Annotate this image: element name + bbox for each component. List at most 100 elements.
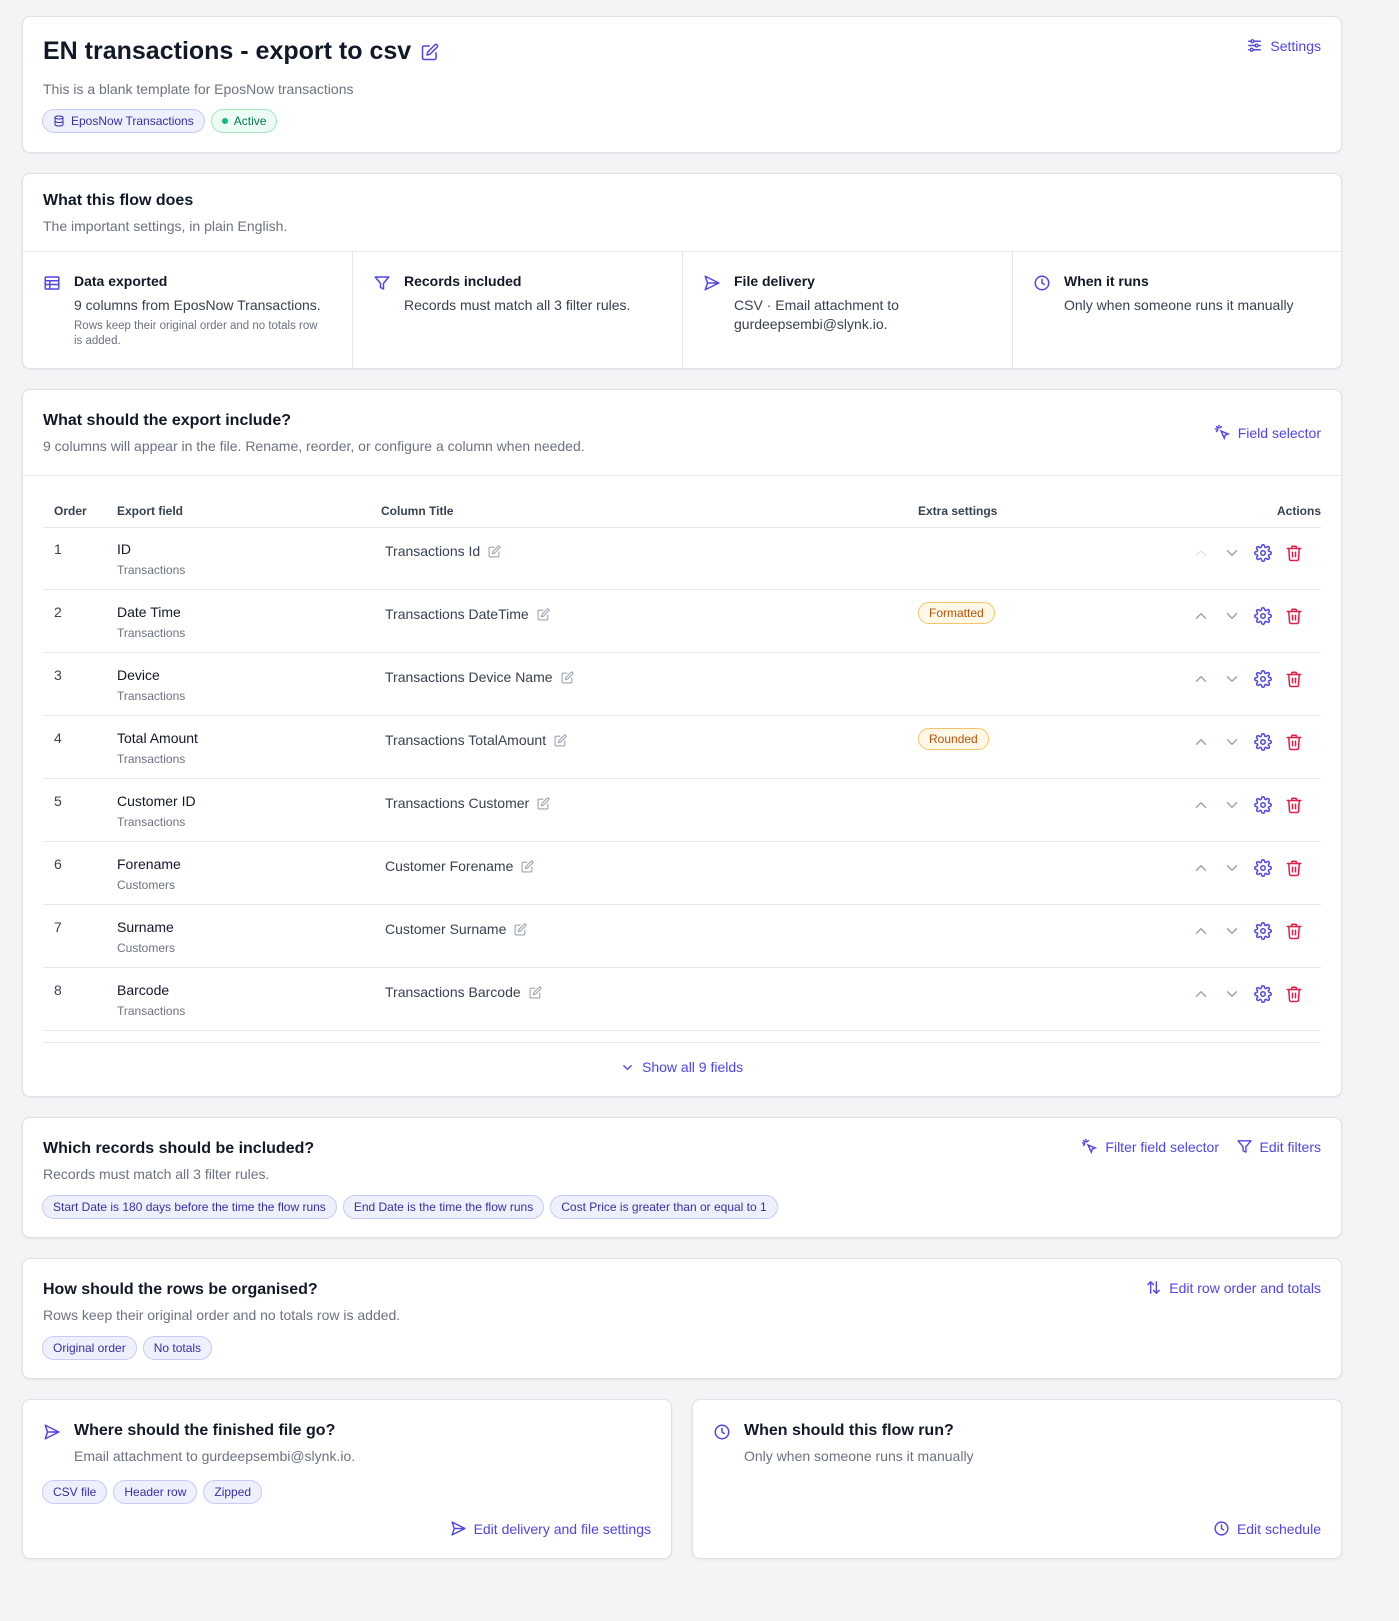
column-title[interactable]: Transactions Id	[385, 543, 501, 559]
row-order: 7	[54, 919, 62, 935]
column-title[interactable]: Transactions Barcode	[385, 984, 542, 1000]
column-title-text: Customer Forename	[385, 858, 514, 874]
export-field-name: Total Amount	[117, 730, 198, 746]
configure-column-icon[interactable]	[1254, 544, 1272, 562]
configure-column-icon[interactable]	[1254, 859, 1272, 877]
summary-item-title: When it runs	[1064, 273, 1149, 289]
edit-column-title-icon[interactable]	[554, 733, 567, 747]
edit-column-title-icon[interactable]	[514, 922, 527, 936]
delete-column-icon[interactable]	[1285, 985, 1303, 1003]
edit-title-icon[interactable]	[421, 43, 439, 61]
move-down-icon[interactable]	[1223, 796, 1241, 814]
move-down-icon[interactable]	[1223, 733, 1241, 751]
configure-column-icon[interactable]	[1254, 922, 1272, 940]
database-icon	[54, 115, 64, 127]
column-title[interactable]: Customer Surname	[385, 921, 527, 937]
column-title[interactable]: Transactions Device Name	[385, 669, 574, 685]
move-up-icon[interactable]	[1192, 733, 1210, 751]
zipped-tag: Zipped	[203, 1480, 263, 1504]
export-field-name: Date Time	[117, 604, 181, 620]
edit-schedule-label: Edit schedule	[1236, 1520, 1321, 1537]
row-order: 6	[54, 856, 62, 872]
column-title[interactable]: Transactions DateTime	[385, 606, 550, 622]
edit-column-title-icon[interactable]	[488, 544, 501, 558]
move-down-icon[interactable]	[1223, 670, 1241, 688]
show-all-fields-button[interactable]: Show all 9 fields	[620, 1059, 743, 1075]
column-title-text: Transactions Barcode	[385, 984, 521, 1000]
table-icon	[44, 276, 60, 290]
edit-column-title-icon[interactable]	[537, 796, 550, 810]
configure-column-icon[interactable]	[1254, 796, 1272, 814]
delete-column-icon[interactable]	[1285, 544, 1303, 562]
delete-column-icon[interactable]	[1285, 922, 1303, 940]
column-title[interactable]: Customer Forename	[385, 858, 534, 874]
column-title-text: Transactions Device Name	[385, 669, 553, 685]
row-actions	[1192, 985, 1303, 1003]
move-up-icon[interactable]	[1192, 670, 1210, 688]
row-order: 3	[54, 667, 62, 683]
move-down-icon[interactable]	[1223, 607, 1241, 625]
export-field-source: Customers	[117, 878, 176, 892]
configure-column-icon[interactable]	[1254, 607, 1272, 625]
extra-setting-badge: Rounded	[918, 728, 989, 750]
table-bottom-divider	[43, 1042, 1321, 1043]
configure-column-icon[interactable]	[1254, 670, 1272, 688]
column-title-text: Transactions TotalAmount	[385, 732, 547, 748]
edit-schedule-button[interactable]: Edit schedule	[1213, 1520, 1321, 1537]
summary-item-file-delivery: File delivery CSV · Email attachment to …	[683, 252, 1013, 370]
field-selector-button[interactable]: Field selector	[1214, 424, 1321, 441]
filter-rule-chip[interactable]: End Date is the time the flow runs	[342, 1195, 545, 1219]
edit-column-title-icon[interactable]	[521, 859, 534, 873]
delete-column-icon[interactable]	[1285, 796, 1303, 814]
row-order-title: How should the rows be organised?	[43, 1281, 318, 1298]
filter-rule-chip[interactable]: Cost Price is greater than or equal to 1	[550, 1195, 778, 1219]
summary-card: What this flow does The important settin…	[22, 173, 1342, 370]
settings-button[interactable]: Settings	[1246, 37, 1321, 54]
export-subtitle: 9 columns will appear in the file. Renam…	[43, 438, 585, 454]
move-up-icon[interactable]	[1192, 544, 1210, 562]
column-title[interactable]: Transactions TotalAmount	[385, 732, 567, 748]
move-up-icon[interactable]	[1192, 985, 1210, 1003]
summary-item-title: File delivery	[734, 273, 815, 289]
table-row: 4 Total Amount Transactions Transactions To…	[43, 716, 1321, 779]
move-up-icon[interactable]	[1192, 607, 1210, 625]
move-up-icon[interactable]	[1192, 922, 1210, 940]
extra-setting-badge: Formatted	[918, 602, 995, 624]
row-order-tags: Original order No totals	[42, 1336, 213, 1360]
move-up-icon[interactable]	[1192, 859, 1210, 877]
column-title-text: Transactions Id	[385, 543, 481, 559]
move-down-icon[interactable]	[1223, 985, 1241, 1003]
edit-row-order-button[interactable]: Edit row order and totals	[1145, 1279, 1321, 1296]
column-header-order: Order	[54, 504, 87, 518]
configure-column-icon[interactable]	[1254, 985, 1272, 1003]
configure-column-icon[interactable]	[1254, 733, 1272, 751]
delete-column-icon[interactable]	[1285, 859, 1303, 877]
move-down-icon[interactable]	[1223, 859, 1241, 877]
edit-delivery-button[interactable]: Edit delivery and file settings	[450, 1520, 651, 1537]
move-down-icon[interactable]	[1223, 544, 1241, 562]
export-field-source: Customers	[117, 941, 176, 955]
delete-column-icon[interactable]	[1285, 607, 1303, 625]
source-badge: EposNow Transactions	[42, 109, 205, 133]
schedule-title: When should this flow run?	[744, 1422, 954, 1439]
edit-filters-button[interactable]: Edit filters	[1236, 1138, 1321, 1155]
delete-column-icon[interactable]	[1285, 733, 1303, 751]
filter-field-selector-button[interactable]: Filter field selector	[1081, 1138, 1219, 1155]
row-actions	[1192, 922, 1303, 940]
edit-column-title-icon[interactable]	[529, 985, 542, 999]
filter-field-selector-label: Filter field selector	[1105, 1138, 1219, 1155]
row-order: 2	[54, 604, 62, 620]
totals-tag: No totals	[142, 1336, 213, 1360]
edit-column-title-icon[interactable]	[561, 670, 574, 684]
move-up-icon[interactable]	[1192, 796, 1210, 814]
summary-item-title: Data exported	[74, 273, 168, 289]
move-down-icon[interactable]	[1223, 922, 1241, 940]
summary-item-desc: CSV · Email attachment to gurdeepsembi@s…	[734, 297, 899, 332]
edit-column-title-icon[interactable]	[537, 607, 550, 621]
export-field-source: Transactions	[117, 752, 186, 766]
filter-rule-chip[interactable]: Start Date is 180 days before the time t…	[42, 1195, 337, 1219]
column-title[interactable]: Transactions Customer	[385, 795, 550, 811]
clock-icon	[1214, 1521, 1229, 1536]
delete-column-icon[interactable]	[1285, 670, 1303, 688]
edit-row-order-label: Edit row order and totals	[1169, 1279, 1321, 1296]
